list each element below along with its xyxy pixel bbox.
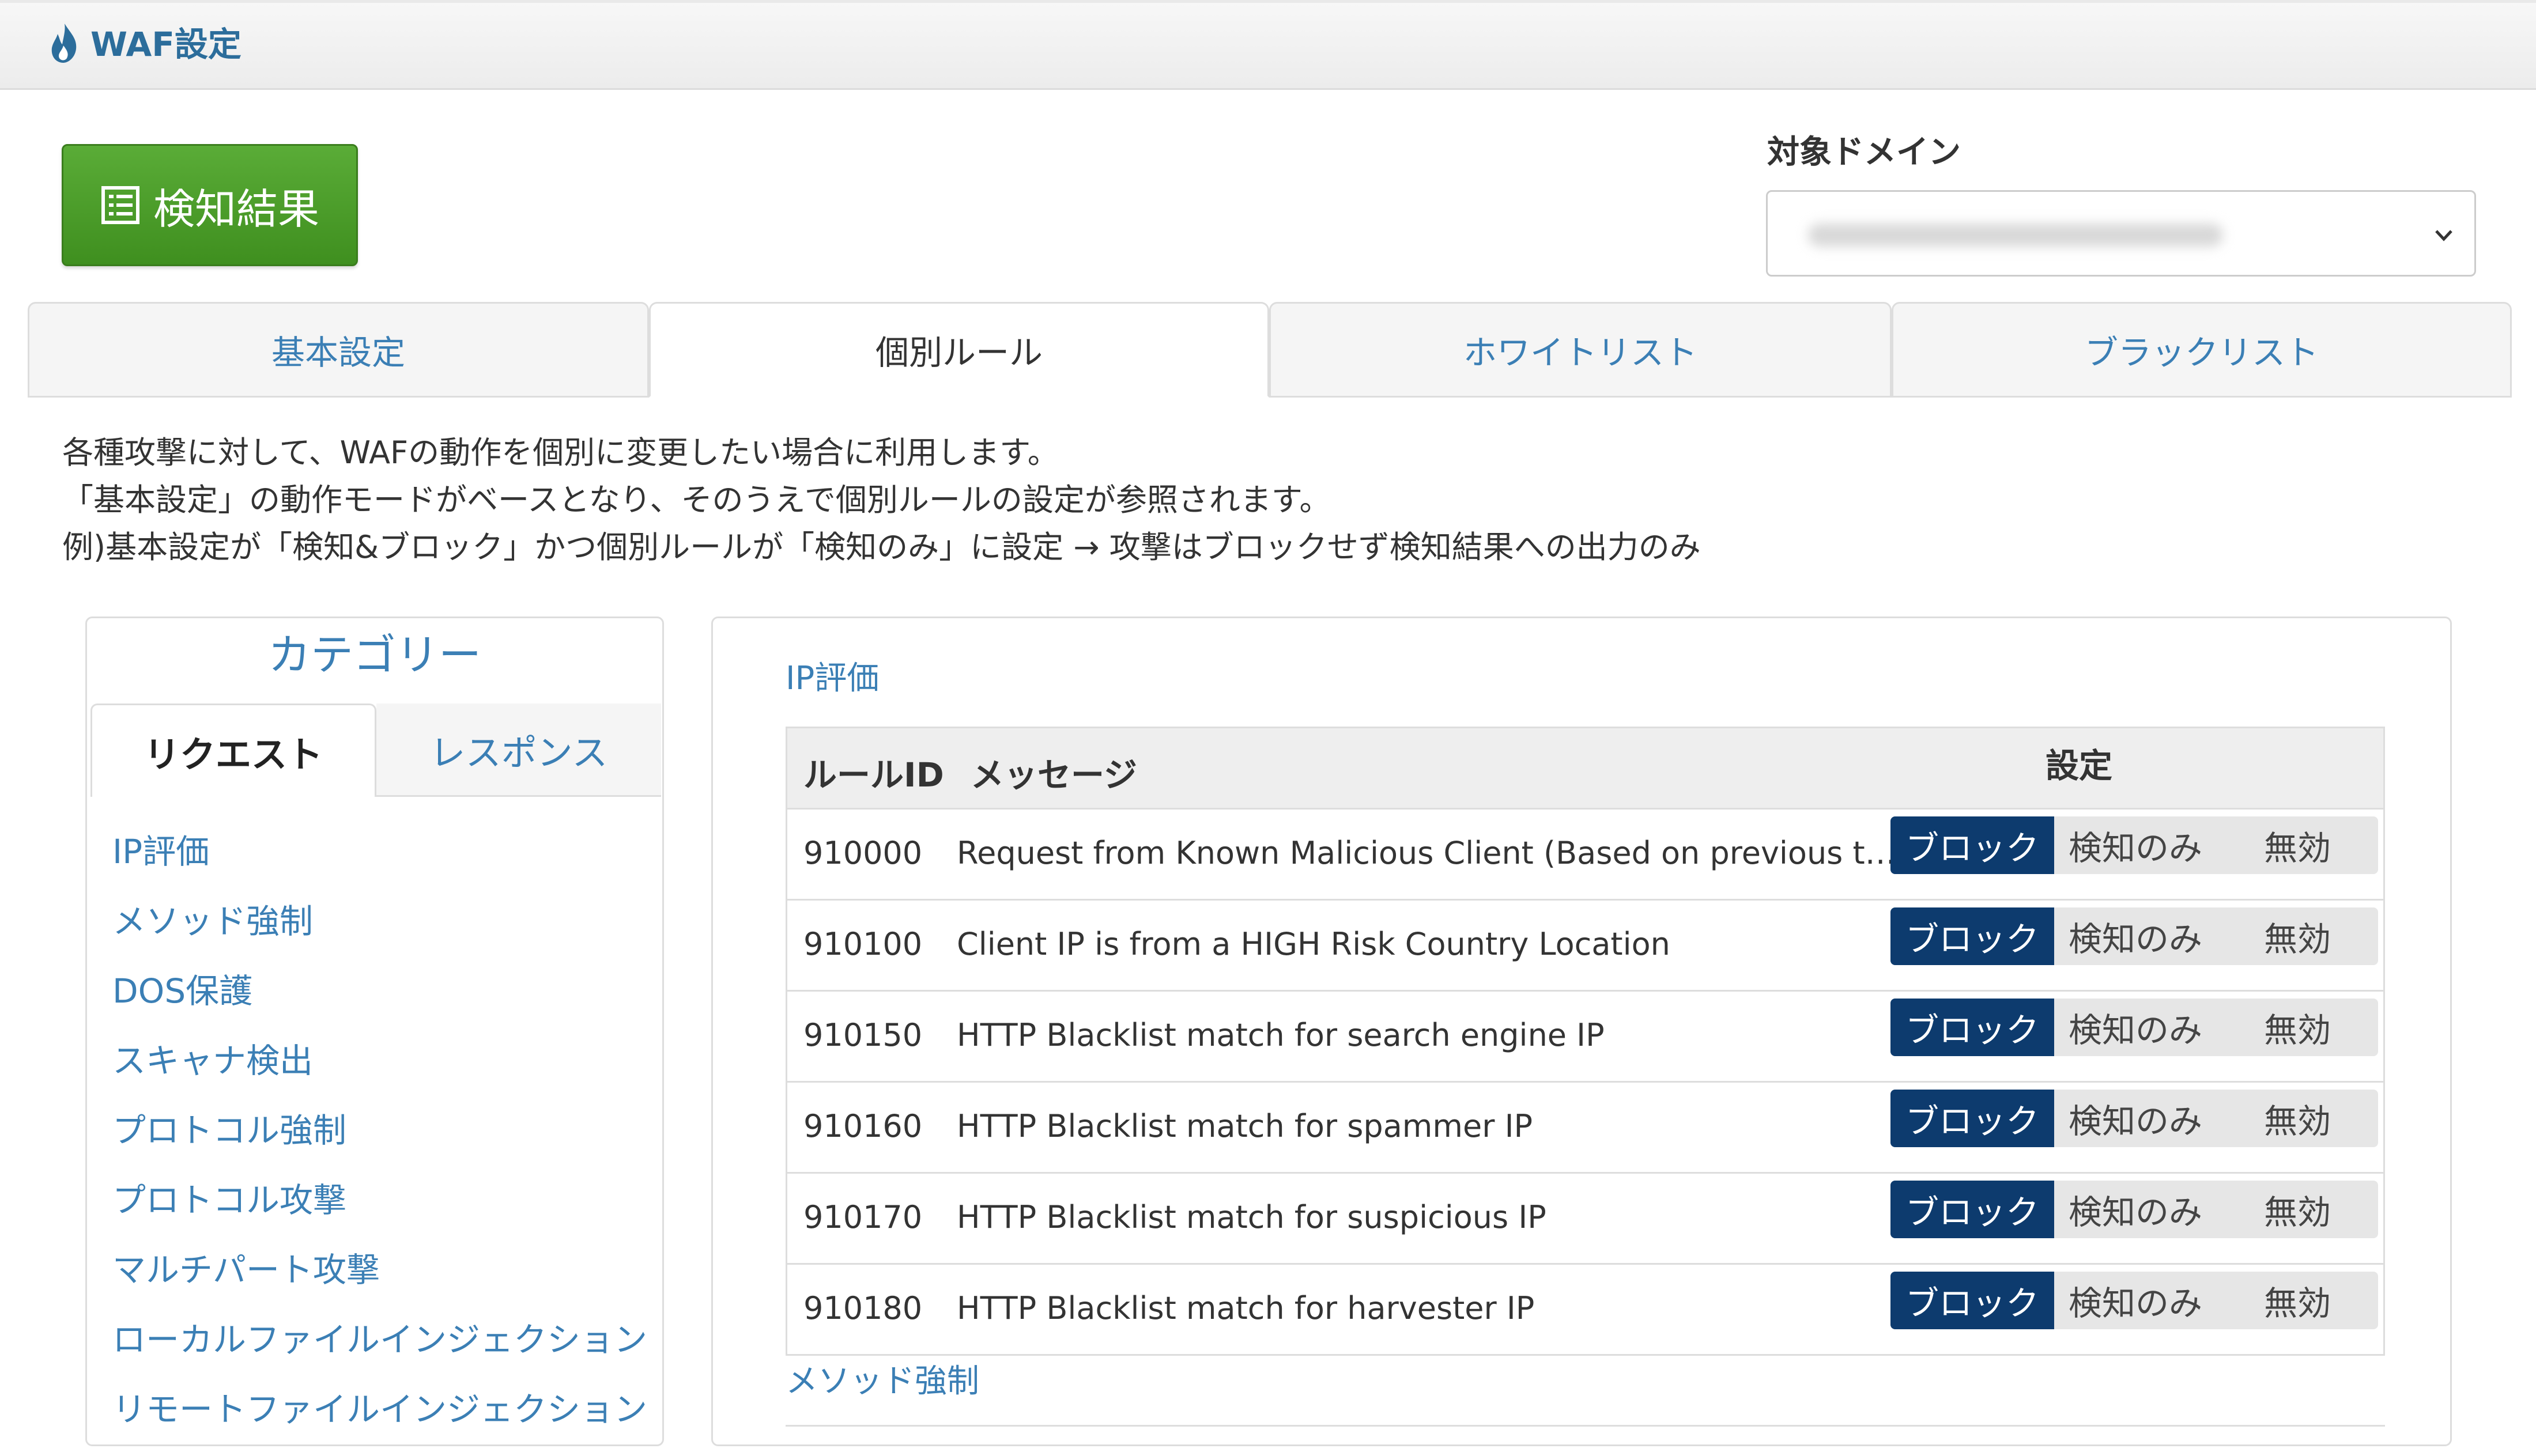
chevron-down-icon <box>2435 230 2452 241</box>
page-header: WAF設定 <box>0 0 2536 90</box>
option-block[interactable]: ブロック <box>1890 999 2054 1056</box>
rule-setting-toggle: ブロック 検知のみ 無効 <box>1890 907 2378 965</box>
rule-message: HTTP Blacklist match for suspicious IP <box>957 1199 1546 1235</box>
category-tab-request[interactable]: リクエスト <box>90 704 376 797</box>
section-title-method-enforcement: メソッド強制 <box>786 1363 979 1400</box>
tab-individual-rules[interactable]: 個別ルール <box>649 302 1269 398</box>
main-tabs: 基本設定 個別ルール ホワイトリスト ブラックリスト <box>28 302 2512 398</box>
option-block[interactable]: ブロック <box>1890 907 2054 965</box>
description-line: 例)基本設定が「検知&ブロック」かつ個別ルールが「検知のみ」に設定 → 攻撃はブ… <box>62 529 1701 565</box>
page-title: WAF設定 <box>90 25 241 64</box>
option-block[interactable]: ブロック <box>1890 816 2054 874</box>
category-item-protocol-attack[interactable]: プロトコル攻撃 <box>112 1177 647 1247</box>
rule-setting-toggle: ブロック 検知のみ 無効 <box>1890 999 2378 1056</box>
rule-id: 910100 <box>803 926 923 962</box>
category-item-scanner-detection[interactable]: スキャナ検出 <box>112 1038 647 1107</box>
domain-value-blurred <box>1808 224 2223 247</box>
category-panel: カテゴリー リクエスト レスポンス IP評価 メソッド強制 DOS保護 スキャナ… <box>85 617 664 1446</box>
rule-id: 910170 <box>803 1199 923 1235</box>
rule-setting-toggle: ブロック 検知のみ 無効 <box>1890 816 2378 874</box>
tab-basic-settings[interactable]: 基本設定 <box>28 302 649 398</box>
detection-results-button[interactable]: 検知結果 <box>62 144 358 266</box>
rule-message: HTTP Blacklist match for harvester IP <box>957 1290 1535 1326</box>
table-row: 910000 Request from Known Malicious Clie… <box>787 810 2383 901</box>
table-row: 910180 HTTP Blacklist match for harveste… <box>787 1265 2383 1354</box>
rule-id: 910180 <box>803 1290 923 1326</box>
category-list: IP評価 メソッド強制 DOS保護 スキャナ検出 プロトコル強制 プロトコル攻撃… <box>112 829 647 1456</box>
header-message: メッセージ <box>971 755 1137 795</box>
category-item-method-enforcement[interactable]: メソッド強制 <box>112 898 647 968</box>
table-header: ルールID メッセージ 設定 <box>787 728 2383 810</box>
category-tab-response[interactable]: レスポンス <box>376 704 661 797</box>
option-block[interactable]: ブロック <box>1890 1090 2054 1147</box>
rule-message: HTTP Blacklist match for search engine I… <box>957 1017 1605 1053</box>
category-item-rfi[interactable]: リモートファイルインジェクション <box>112 1386 647 1456</box>
rule-message: Client IP is from a HIGH Risk Country Lo… <box>957 926 1670 962</box>
tab-blacklist[interactable]: ブラックリスト <box>1892 302 2512 398</box>
rule-setting-toggle: ブロック 検知のみ 無効 <box>1890 1090 2378 1147</box>
table-row: 910160 HTTP Blacklist match for spammer … <box>787 1083 2383 1174</box>
option-block[interactable]: ブロック <box>1890 1272 2054 1329</box>
category-item-lfi[interactable]: ローカルファイルインジェクション <box>112 1317 647 1386</box>
list-icon <box>101 186 139 224</box>
option-disabled[interactable]: 無効 <box>2217 999 2378 1056</box>
tab-whitelist[interactable]: ホワイトリスト <box>1269 302 1892 398</box>
category-title: カテゴリー <box>268 630 481 680</box>
option-detect-only[interactable]: 検知のみ <box>2054 1181 2217 1238</box>
next-table-top-border <box>786 1425 2385 1427</box>
rule-message: Request from Known Malicious Client (Bas… <box>957 835 1902 871</box>
option-detect-only[interactable]: 検知のみ <box>2054 1090 2217 1147</box>
rule-id: 910160 <box>803 1108 923 1144</box>
rule-setting-toggle: ブロック 検知のみ 無効 <box>1890 1272 2378 1329</box>
table-row: 910100 Client IP is from a HIGH Risk Cou… <box>787 901 2383 992</box>
option-detect-only[interactable]: 検知のみ <box>2054 999 2217 1056</box>
option-disabled[interactable]: 無効 <box>2217 1090 2378 1147</box>
description: 各種攻撃に対して、WAFの動作を個別に変更したい場合に利用します。 「基本設定」… <box>62 429 1701 571</box>
rules-panel: IP評価 ルールID メッセージ 設定 910000 Request from … <box>711 617 2452 1446</box>
domain-label: 対象ドメイン <box>1767 134 1961 171</box>
section-title-ip-reputation: IP評価 <box>786 660 880 697</box>
option-disabled[interactable]: 無効 <box>2217 907 2378 965</box>
rule-id: 910150 <box>803 1017 923 1053</box>
detection-results-label: 検知結果 <box>153 184 319 233</box>
description-line: 「基本設定」の動作モードがベースとなり、そのうえで個別ルールの設定が参照されます… <box>62 482 1331 518</box>
category-item-dos-protection[interactable]: DOS保護 <box>112 968 647 1038</box>
category-item-ip-reputation[interactable]: IP評価 <box>112 829 647 898</box>
table-row: 910150 HTTP Blacklist match for search e… <box>787 992 2383 1083</box>
category-item-multipart-attack[interactable]: マルチパート攻撃 <box>112 1247 647 1317</box>
option-disabled[interactable]: 無効 <box>2217 1272 2378 1329</box>
option-detect-only[interactable]: 検知のみ <box>2054 1272 2217 1329</box>
domain-select[interactable] <box>1766 190 2476 277</box>
option-detect-only[interactable]: 検知のみ <box>2054 816 2217 874</box>
header-rule-id: ルールID <box>803 755 944 795</box>
header-setting: 設定 <box>2046 746 2113 785</box>
rules-table: ルールID メッセージ 設定 910000 Request from Known… <box>786 727 2385 1356</box>
table-row: 910170 HTTP Blacklist match for suspicio… <box>787 1174 2383 1265</box>
description-line: 各種攻撃に対して、WAFの動作を個別に変更したい場合に利用します。 <box>62 434 1059 471</box>
rule-message: HTTP Blacklist match for spammer IP <box>957 1108 1533 1144</box>
rule-id: 910000 <box>803 835 923 871</box>
option-detect-only[interactable]: 検知のみ <box>2054 907 2217 965</box>
rule-setting-toggle: ブロック 検知のみ 無効 <box>1890 1181 2378 1238</box>
option-disabled[interactable]: 無効 <box>2217 1181 2378 1238</box>
flame-icon <box>51 24 77 63</box>
option-disabled[interactable]: 無効 <box>2217 816 2378 874</box>
category-item-protocol-enforcement[interactable]: プロトコル強制 <box>112 1107 647 1177</box>
option-block[interactable]: ブロック <box>1890 1181 2054 1238</box>
